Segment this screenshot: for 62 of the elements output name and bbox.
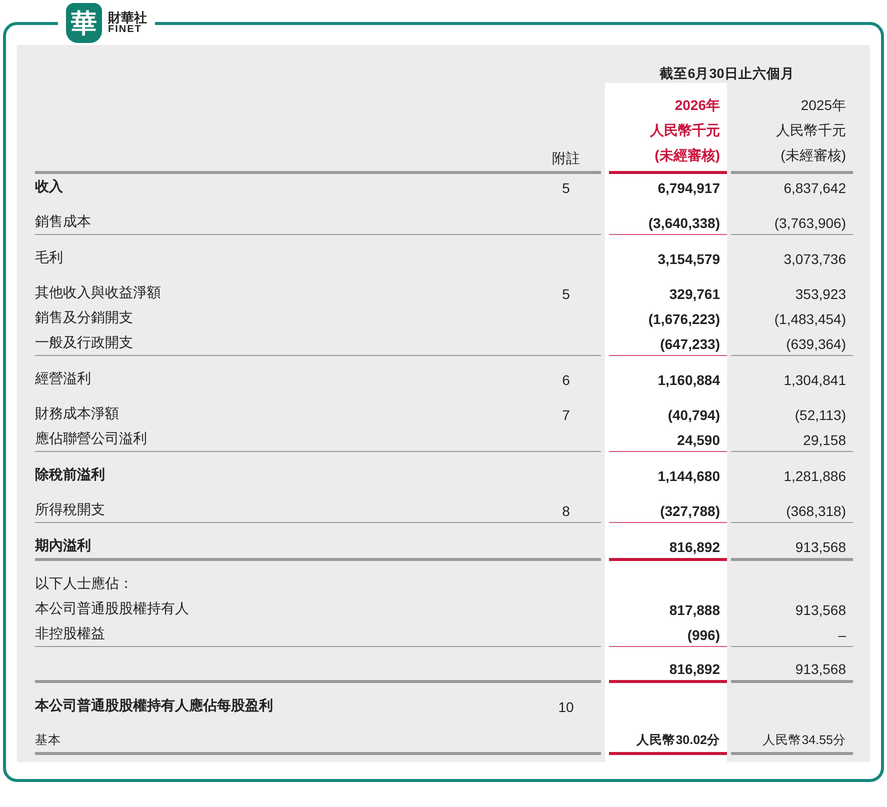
amount-cell-text: (639,364) [786, 335, 846, 354]
amount-cell-text: 1,144,680 [658, 467, 720, 486]
row-label: 本公司普通股股權持有人應佔每股盈利 [35, 696, 274, 715]
amount-cell-text: 816,892 [669, 660, 720, 679]
amount-cell-text: 6,837,642 [784, 179, 846, 198]
amount-cell-text: 353,923 [795, 285, 846, 304]
amount-cell-text: 1,304,841 [784, 371, 846, 390]
amount-cell-text: (3,640,338) [648, 214, 720, 233]
amount-cell-text: 913,568 [795, 601, 846, 620]
period-heading: 截至6月30日止六個月 [658, 65, 796, 83]
row-label: 經營溢利 [35, 369, 92, 388]
row-label: 期內溢利 [35, 536, 92, 555]
row-label: 非控股權益 [35, 624, 106, 643]
note-number: 10 [557, 698, 575, 717]
amount-cell-text: 24,590 [677, 431, 720, 450]
logo-mark: 華 [66, 3, 102, 43]
row-label: 應佔聯營公司溢利 [35, 429, 148, 448]
row-label: 基本 [35, 732, 62, 749]
amount-cell-text: 817,888 [669, 601, 720, 620]
row-label: 銷售及分銷開支 [35, 308, 134, 327]
amount-cell-text: 29,158 [803, 431, 846, 450]
column-heading: 2025年 人民幣千元 (未經審核) [776, 96, 846, 165]
note-number: 5 [561, 179, 571, 198]
row-label: 其他收入與收益淨額 [35, 283, 162, 302]
amount-cell-text: – [838, 626, 846, 645]
row-label: 收入 [35, 177, 64, 196]
row-label: 以下人士應佔： [35, 574, 134, 593]
logo-latin-name: FINET [108, 24, 142, 36]
amount-cell-text: (996) [687, 626, 720, 645]
amount-cell-text: 1,281,886 [784, 467, 846, 486]
column-heading: 2026年 人民幣千元 (未經審核) [650, 96, 720, 165]
amount-cell-text: 913,568 [795, 538, 846, 557]
amount-cell-text: (368,318) [786, 502, 846, 521]
note-heading: 附註 [551, 150, 581, 168]
amount-cell-text: 329,761 [669, 285, 720, 304]
amount-cell-text: (647,233) [660, 335, 720, 354]
note-number: 6 [561, 371, 571, 390]
amount-cell-text: 816,892 [669, 538, 720, 557]
row-label: 除稅前溢利 [35, 465, 106, 484]
amount-cell-text: 913,568 [795, 660, 846, 679]
note-number: 7 [561, 406, 571, 425]
amount-cell-text: 人民幣34.55分 [762, 732, 846, 749]
amount-cell-text: (3,763,906) [774, 214, 846, 233]
note-number: 8 [561, 502, 571, 521]
row-label: 所得稅開支 [35, 500, 106, 519]
amount-cell-text: 1,160,884 [658, 371, 720, 390]
amount-cell-text: (40,794) [668, 406, 720, 425]
logo-name: 財華社 [108, 10, 147, 25]
amount-cell-text: (52,113) [794, 406, 846, 425]
row-label: 一般及行政開支 [35, 333, 134, 352]
amount-cell-text: (1,483,454) [774, 310, 846, 329]
row-label: 財務成本淨額 [35, 404, 120, 423]
amount-cell-text: 6,794,917 [658, 179, 720, 198]
amount-cell-text: 3,073,736 [784, 250, 846, 269]
amount-cell-text: (327,788) [660, 502, 720, 521]
row-label: 銷售成本 [35, 212, 92, 231]
amount-cell-text: 3,154,579 [658, 250, 720, 269]
note-number: 5 [561, 285, 571, 304]
amount-cell-text: (1,676,223) [648, 310, 720, 329]
row-label: 毛利 [35, 248, 64, 267]
row-label: 本公司普通股股權持有人 [35, 599, 190, 618]
amount-cell-text: 人民幣30.02分 [636, 732, 720, 749]
